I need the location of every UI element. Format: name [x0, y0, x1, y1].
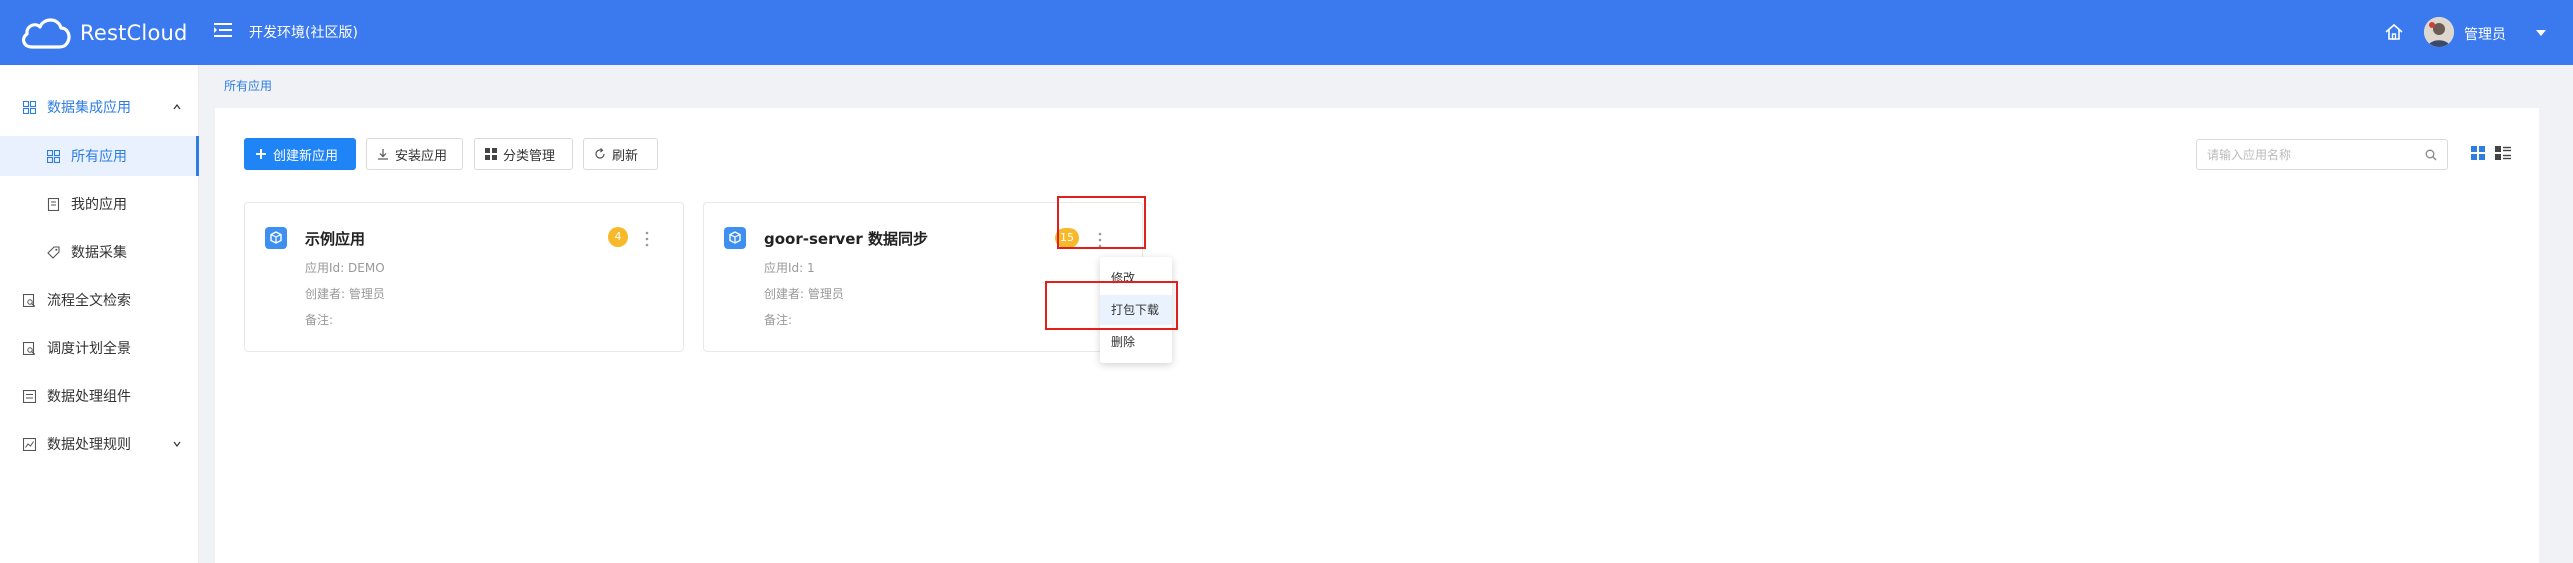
grid-view-icon[interactable] — [2471, 146, 2485, 160]
sidebar-group-label: 数据集成应用 — [47, 100, 131, 116]
app-id: 应用Id: DEMO — [305, 261, 385, 275]
search-icon[interactable] — [2425, 149, 2437, 161]
app-cube-icon — [724, 227, 746, 249]
sidebar-group-label: 流程全文检索 — [47, 293, 131, 309]
document-search-icon — [23, 293, 36, 307]
user-avatar-icon — [2424, 17, 2454, 47]
document-icon — [47, 197, 60, 211]
app-cube-icon — [265, 227, 287, 249]
apps-icon — [485, 148, 497, 160]
grid-icon — [23, 100, 36, 114]
annotation-box-package-download — [1045, 281, 1178, 330]
plus-icon — [256, 149, 266, 159]
app-note: 备注: — [764, 313, 793, 327]
tag-icon — [47, 245, 60, 259]
refresh-button[interactable]: 刷新 — [583, 138, 658, 170]
avatar[interactable] — [2424, 17, 2454, 47]
sidebar-group-label: 数据处理规则 — [47, 437, 131, 453]
app-creator: 创建者: 管理员 — [764, 287, 844, 301]
menu-item-delete[interactable]: 删除 — [1100, 327, 1172, 357]
more-vertical-icon[interactable] — [645, 231, 649, 247]
sidebar-group-schedule-overview[interactable]: 调度计划全景 — [0, 329, 199, 367]
install-app-label: 安装应用 — [395, 148, 448, 164]
main-content: 创建新应用 安装应用 分类管理 刷新 请输入应用名称 示例应用 4 应用Id: … — [215, 108, 2539, 563]
sidebar: 数据集成应用 所有应用 我的应用 数据采集 流程全文检索 调度计划全景 数据处理… — [0, 65, 199, 563]
category-manage-button[interactable]: 分类管理 — [474, 138, 573, 170]
list-view-icon[interactable] — [2495, 146, 2511, 160]
list-box-icon — [23, 389, 36, 403]
refresh-icon — [595, 148, 605, 159]
logo-text: RestCloud — [80, 21, 188, 45]
sidebar-group-processing-rules[interactable]: 数据处理规则 — [0, 425, 199, 463]
install-app-button[interactable]: 安装应用 — [366, 138, 463, 170]
app-id: 应用Id: 1 — [764, 261, 815, 275]
cloud-logo-icon — [21, 18, 71, 49]
app-card[interactable]: 示例应用 4 应用Id: DEMO 创建者: 管理员 备注: — [244, 202, 684, 352]
annotation-box-more-button — [1057, 196, 1146, 249]
grid-icon — [47, 149, 60, 163]
sidebar-item-data-collection[interactable]: 数据采集 — [0, 233, 199, 271]
category-manage-label: 分类管理 — [503, 148, 556, 164]
sidebar-group-process-search[interactable]: 流程全文检索 — [0, 281, 199, 319]
sidebar-item-all-apps[interactable]: 所有应用 — [0, 136, 199, 176]
sidebar-group-label: 数据处理组件 — [47, 389, 131, 405]
create-app-label: 创建新应用 — [273, 148, 339, 164]
app-card-title[interactable]: goor-server 数据同步 — [764, 228, 928, 249]
app-note: 备注: — [305, 313, 334, 327]
app-card-title[interactable]: 示例应用 — [305, 228, 365, 249]
caret-down-icon[interactable] — [2536, 30, 2546, 36]
download-icon — [378, 149, 388, 160]
sidebar-group-label: 调度计划全景 — [47, 341, 131, 357]
sidebar-item-my-apps[interactable]: 我的应用 — [0, 185, 199, 223]
menu-toggle-icon[interactable] — [214, 22, 232, 38]
sidebar-item-label: 数据采集 — [71, 245, 127, 261]
sidebar-group-data-integration[interactable]: 数据集成应用 — [0, 88, 199, 126]
sidebar-group-processing-components[interactable]: 数据处理组件 — [0, 377, 199, 415]
search-input[interactable]: 请输入应用名称 — [2196, 139, 2448, 170]
search-placeholder: 请输入应用名称 — [2207, 148, 2292, 162]
sidebar-item-label: 所有应用 — [71, 149, 127, 165]
user-name[interactable]: 管理员 — [2464, 24, 2506, 44]
sidebar-item-label: 我的应用 — [71, 197, 127, 213]
environment-title[interactable]: 开发环境(社区版) — [249, 22, 358, 42]
chevron-down-icon — [173, 441, 181, 447]
document-search-icon — [23, 341, 36, 355]
app-creator: 创建者: 管理员 — [305, 287, 385, 301]
refresh-label: 刷新 — [612, 148, 639, 164]
top-header: RestCloud 开发环境(社区版) 管理员 — [0, 0, 2573, 65]
home-icon[interactable] — [2384, 22, 2404, 42]
logo[interactable]: RestCloud — [18, 12, 188, 54]
process-count-badge: 4 — [608, 227, 628, 247]
create-app-button[interactable]: 创建新应用 — [244, 138, 356, 170]
breadcrumb[interactable]: 所有应用 — [224, 77, 272, 94]
chart-box-icon — [23, 437, 36, 451]
chevron-up-icon — [173, 104, 181, 110]
